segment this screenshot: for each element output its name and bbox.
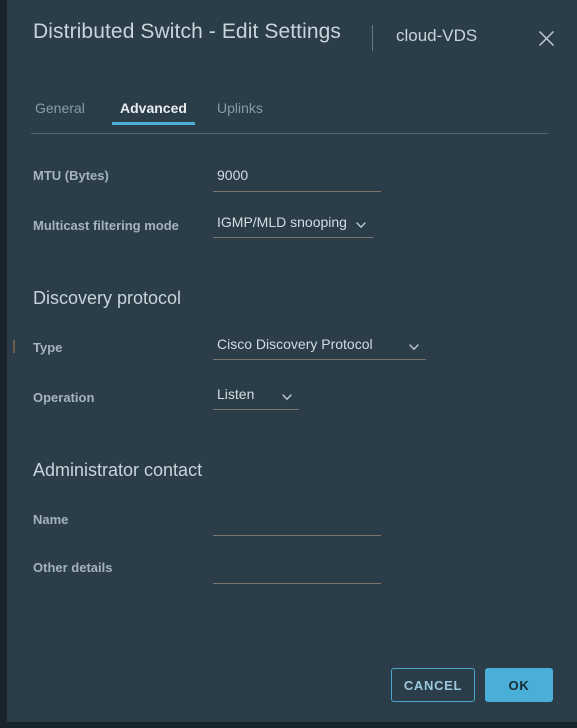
chevron-down-icon bbox=[355, 219, 367, 231]
tab-uplinks[interactable]: Uplinks bbox=[215, 100, 265, 125]
mtu-label: MTU (Bytes) bbox=[33, 168, 109, 183]
discovery-type-control: Cisco Discovery Protocol bbox=[213, 336, 426, 360]
header-separator bbox=[372, 25, 373, 51]
field-row-admin-name: Name bbox=[7, 508, 577, 538]
section-heading-discovery-protocol: Discovery protocol bbox=[33, 288, 182, 308]
edit-settings-dialog: Distributed Switch - Edit Settings cloud… bbox=[7, 0, 577, 722]
dialog-subtitle-object-name: cloud-VDS bbox=[396, 26, 478, 45]
discovery-type-label: Type bbox=[33, 340, 63, 355]
admin-name-input[interactable] bbox=[213, 508, 381, 536]
field-row-mtu: MTU (Bytes) bbox=[7, 164, 577, 194]
chevron-down-icon bbox=[281, 391, 293, 403]
discovery-type-value: Cisco Discovery Protocol bbox=[217, 336, 373, 352]
multicast-control: IGMP/MLD snooping bbox=[213, 214, 373, 238]
discovery-operation-select[interactable]: Listen bbox=[213, 386, 299, 410]
chevron-down-icon bbox=[408, 341, 420, 353]
tab-advanced[interactable]: Advanced bbox=[112, 100, 195, 125]
multicast-filtering-mode-value: IGMP/MLD snooping bbox=[217, 214, 347, 230]
field-row-discovery-type: Type Cisco Discovery Protocol bbox=[7, 336, 577, 366]
admin-other-details-input[interactable] bbox=[213, 556, 381, 584]
field-row-admin-other-details: Other details bbox=[7, 556, 577, 586]
discovery-operation-control: Listen bbox=[213, 386, 299, 410]
close-icon bbox=[538, 30, 555, 47]
ok-button[interactable]: OK bbox=[485, 668, 553, 702]
dialog-body: MTU (Bytes) Multicast filtering mode IGM… bbox=[7, 136, 577, 646]
admin-name-control bbox=[213, 508, 381, 536]
discovery-operation-label: Operation bbox=[33, 390, 95, 405]
multicast-filtering-mode-select[interactable]: IGMP/MLD snooping bbox=[213, 214, 373, 238]
field-row-multicast: Multicast filtering mode IGMP/MLD snoopi… bbox=[7, 214, 577, 244]
section-heading-administrator-contact: Administrator contact bbox=[33, 460, 203, 480]
mtu-control bbox=[213, 164, 381, 192]
discovery-operation-value: Listen bbox=[217, 386, 255, 402]
discovery-type-select[interactable]: Cisco Discovery Protocol bbox=[213, 336, 426, 360]
cancel-button[interactable]: CANCEL bbox=[391, 668, 475, 702]
tab-bar-divider bbox=[31, 133, 548, 134]
admin-name-label: Name bbox=[33, 512, 69, 527]
dialog-title: Distributed Switch - Edit Settings bbox=[33, 20, 342, 43]
admin-other-details-label: Other details bbox=[33, 560, 113, 575]
tab-bar: General Advanced Uplinks bbox=[7, 100, 577, 136]
mtu-input[interactable] bbox=[213, 164, 381, 192]
dialog-header: Distributed Switch - Edit Settings cloud… bbox=[7, 0, 577, 92]
edge-artifact bbox=[13, 340, 15, 353]
tab-general[interactable]: General bbox=[33, 100, 87, 125]
admin-other-details-control bbox=[213, 556, 381, 584]
dialog-footer: CANCEL OK bbox=[7, 646, 577, 722]
close-button[interactable] bbox=[531, 23, 561, 53]
multicast-filtering-mode-label: Multicast filtering mode bbox=[33, 218, 179, 233]
screen: Distributed Switch - Edit Settings cloud… bbox=[0, 0, 577, 728]
field-row-discovery-operation: Operation Listen bbox=[7, 386, 577, 416]
